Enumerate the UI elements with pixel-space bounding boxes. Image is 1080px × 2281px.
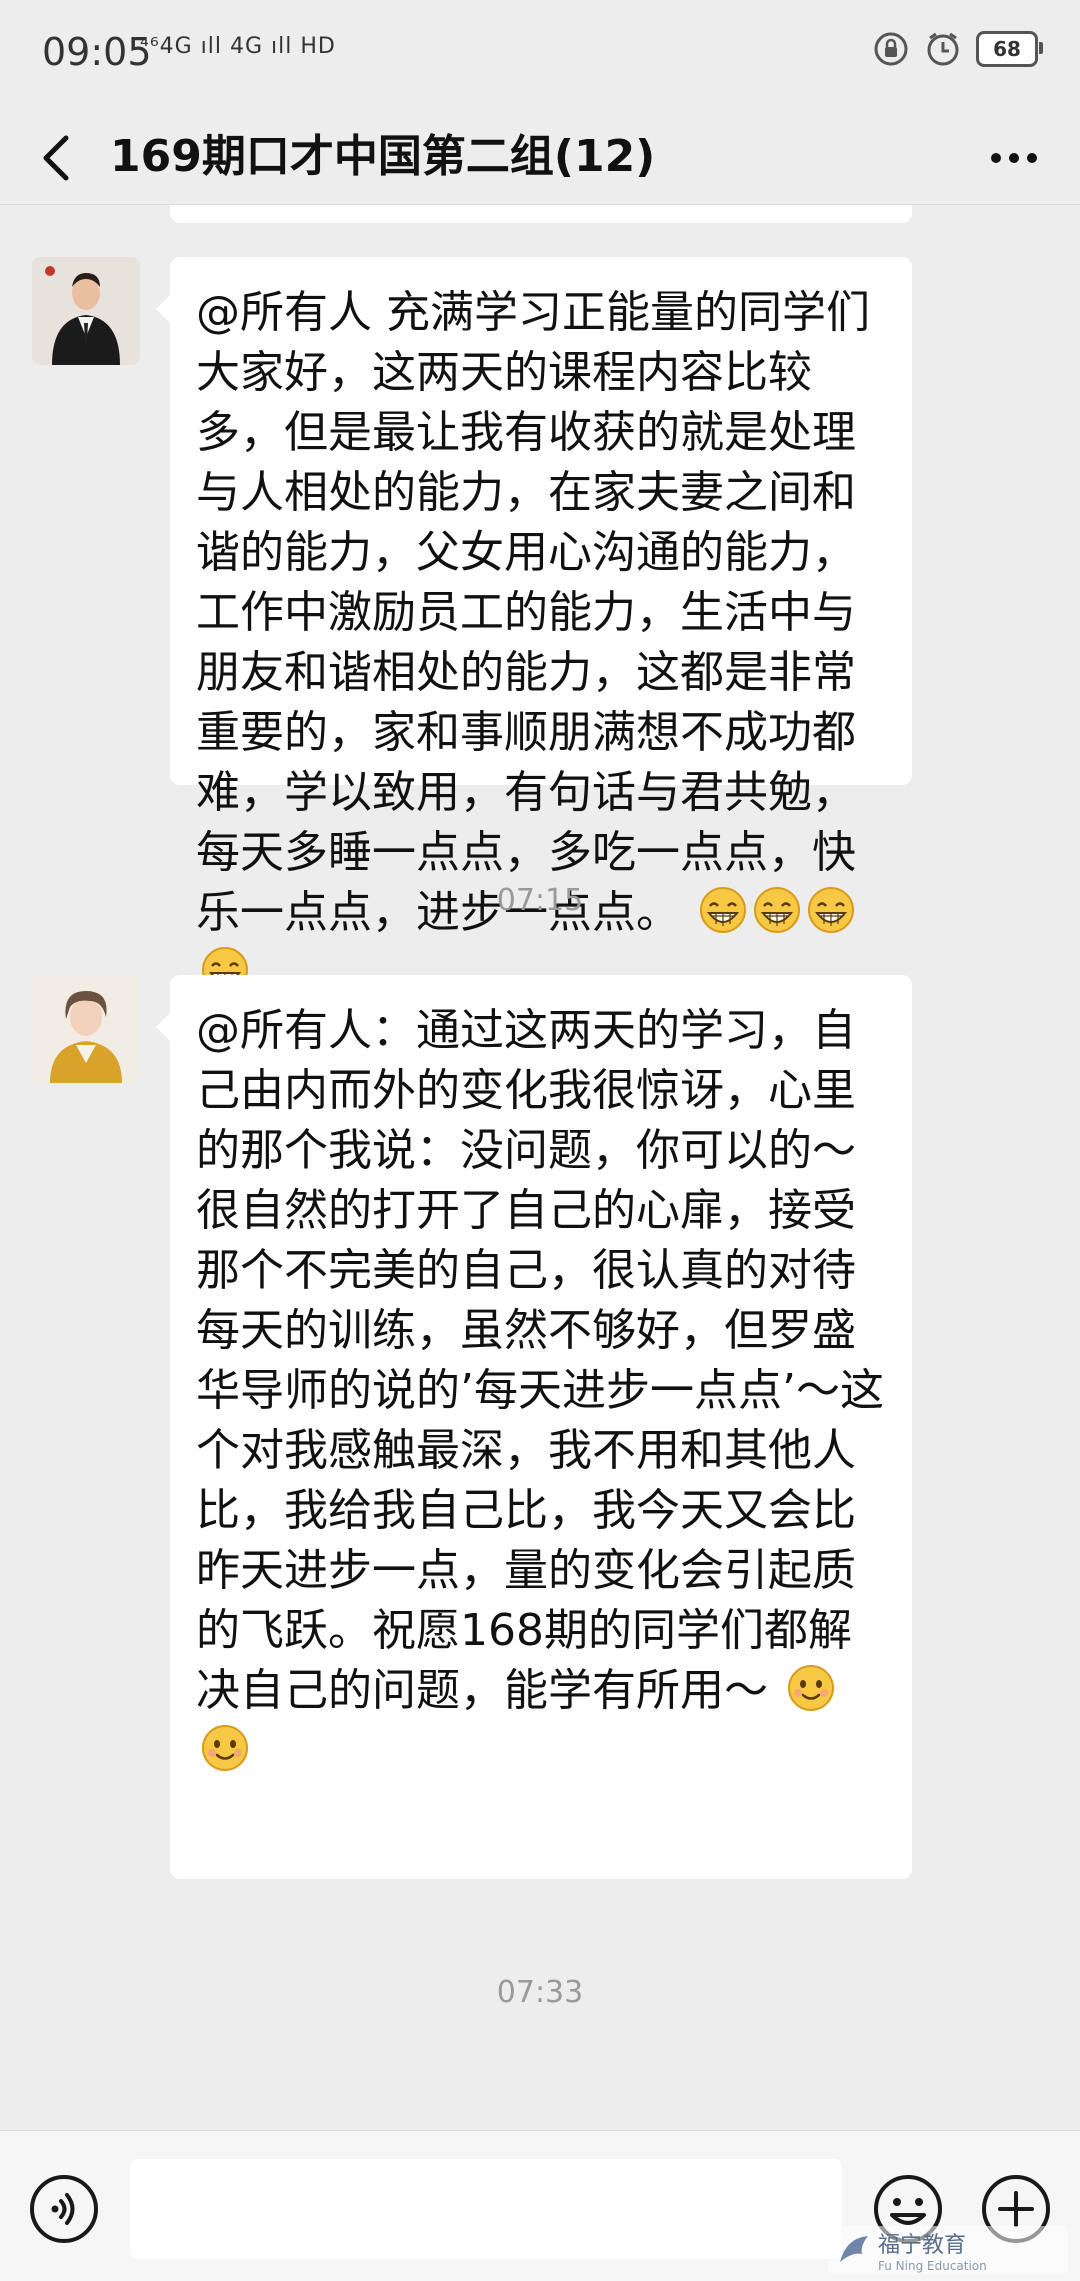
back-arrow-icon[interactable] [32, 126, 84, 190]
message-bubble[interactable]: @所有人：通过这两天的学习，自己由内而外的变化我很惊讶，心里的那个我说：没问题，… [156, 975, 912, 1879]
smile-emoji-icon [788, 1665, 834, 1711]
message-input[interactable] [130, 2159, 842, 2259]
status-bar: 09:05 ⁴⁶4G ıll 4G ıll HD 68 [0, 0, 1080, 112]
avatar-image [32, 975, 140, 1083]
voice-input-icon[interactable] [28, 2173, 100, 2245]
watermark: 福宁教育 Fu Ning Education [828, 2226, 1068, 2274]
message-bubble[interactable]: @所有人 充满学习正能量的同学们大家好，这两天的课程内容比较多，但是最让我有收获… [156, 257, 912, 993]
watermark-logo-icon [840, 2236, 868, 2262]
watermark-subtext: Fu Ning Education [878, 2259, 987, 2273]
message-text: @所有人 充满学习正能量的同学们大家好，这两天的课程内容比较多，但是最让我有收获… [196, 287, 870, 938]
message-text: @所有人：通过这两天的学习，自己由内而外的变化我很惊讶，心里的那个我说：没问题，… [196, 1005, 884, 1716]
status-time: 09:05 [42, 30, 152, 74]
battery-icon: 68 [976, 31, 1043, 67]
smile-emoji-icon [202, 1725, 248, 1771]
watermark-text: 福宁教育 [878, 2233, 967, 2258]
status-icons: 68 [872, 30, 1043, 68]
message-list[interactable]: @所有人 充满学习正能量的同学们大家好，这两天的课程内容比较多，但是最让我有收获… [0, 205, 1080, 2130]
more-options-icon[interactable] [984, 130, 1044, 186]
avatar-male-sender[interactable] [32, 257, 140, 365]
message-timestamp: 07:15 [496, 883, 584, 918]
avatar-image [32, 257, 140, 365]
chat-header: 169期口才中国第二组(12) [0, 112, 1080, 205]
battery-level: 68 [993, 37, 1021, 61]
network-indicator: ⁴⁶4G ıll 4G ıll HD [140, 34, 336, 59]
lock-rotation-icon [874, 32, 908, 66]
avatar-female-sender[interactable] [32, 975, 140, 1083]
alarm-icon [927, 32, 959, 66]
chat-title: 169期口才中国第二组(12) [110, 131, 656, 182]
message-timestamp: 07:33 [496, 1975, 584, 2010]
previous-message-bubble [170, 205, 912, 223]
